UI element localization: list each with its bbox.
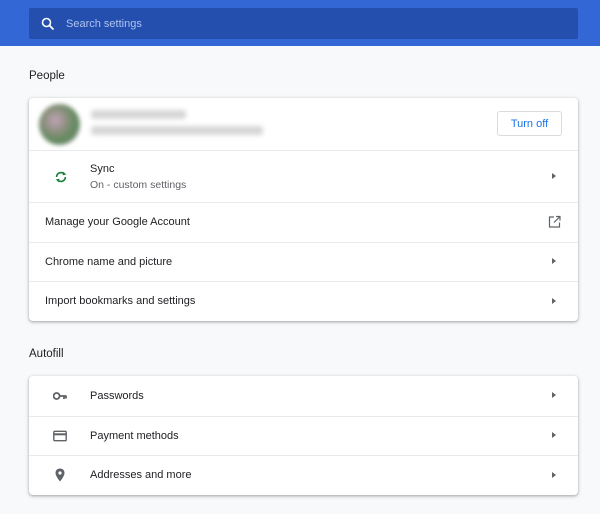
key-icon xyxy=(53,391,67,401)
passwords-row[interactable]: Passwords xyxy=(29,376,578,416)
chevron-right-icon xyxy=(552,173,556,179)
chrome-name-picture-row[interactable]: Chrome name and picture xyxy=(29,241,578,282)
import-bookmarks-label: Import bookmarks and settings xyxy=(45,295,196,308)
sync-icon xyxy=(54,170,68,184)
passwords-label: Passwords xyxy=(90,389,144,402)
payment-methods-row[interactable]: Payment methods xyxy=(29,415,578,456)
addresses-label: Addresses and more xyxy=(90,469,192,482)
settings-header xyxy=(0,0,600,46)
chevron-right-icon xyxy=(552,432,556,439)
search-icon xyxy=(41,17,55,31)
chevron-right-icon xyxy=(552,392,556,399)
blurred-email xyxy=(91,126,263,135)
turn-off-button[interactable]: Turn off xyxy=(497,111,562,136)
chrome-name-label: Chrome name and picture xyxy=(45,255,173,268)
payment-methods-label: Payment methods xyxy=(90,429,179,442)
addresses-row[interactable]: Addresses and more xyxy=(29,455,578,495)
location-pin-icon xyxy=(55,468,65,482)
search-box[interactable] xyxy=(29,8,578,39)
sync-row[interactable]: Sync On - custom settings xyxy=(29,150,578,202)
autofill-card: Passwords Payment methods Addresses and … xyxy=(29,376,578,495)
people-section-title: People xyxy=(29,70,65,82)
sync-status: On - custom settings xyxy=(90,179,187,191)
search-input[interactable] xyxy=(66,8,546,39)
autofill-section-title: Autofill xyxy=(29,348,64,360)
avatar xyxy=(39,104,80,145)
credit-card-icon xyxy=(53,430,67,442)
import-bookmarks-row[interactable]: Import bookmarks and settings xyxy=(29,281,578,321)
external-link-icon xyxy=(548,216,561,229)
chevron-right-icon xyxy=(552,297,556,304)
manage-google-account-row[interactable]: Manage your Google Account xyxy=(29,202,578,242)
profile-row: Turn off xyxy=(29,98,578,150)
chevron-right-icon xyxy=(552,471,556,478)
people-card: Turn off Sync On - custom settings Manag… xyxy=(29,98,578,321)
chevron-right-icon xyxy=(552,258,556,265)
sync-title: Sync xyxy=(90,163,115,175)
blurred-name xyxy=(91,110,186,119)
manage-account-label: Manage your Google Account xyxy=(45,216,190,229)
